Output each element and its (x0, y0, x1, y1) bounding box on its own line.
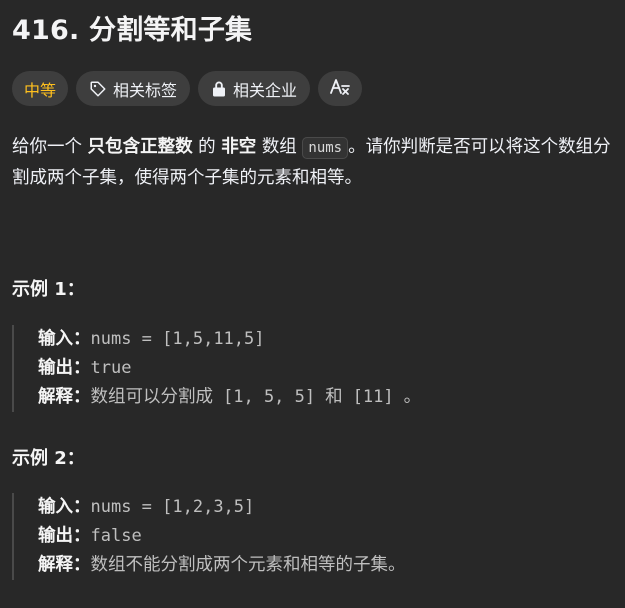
related-topics-label: 相关标签 (113, 80, 178, 100)
input-label: 输入： (38, 329, 91, 349)
output-label: 输出： (38, 358, 91, 378)
explanation-text: 和 (325, 387, 343, 407)
desc-text: 数组 (261, 137, 297, 157)
example-1-output: 输出： true (38, 354, 421, 383)
explanation-code: [1, 5, 5] (223, 387, 316, 407)
explanation-label: 解释： (38, 555, 91, 575)
example-1-title: 示例 1： (12, 279, 85, 300)
output-value: true (90, 358, 132, 378)
input-label: 输入： (38, 497, 91, 517)
related-topics-button[interactable]: 相关标签 (76, 71, 191, 106)
example-2-explanation: 解释： 数组不能分割成两个元素和相等的子集。 (38, 551, 406, 580)
desc-text: 的 (198, 137, 216, 157)
lock-icon (211, 80, 227, 98)
explanation-text: 数组可以分割成 (90, 387, 214, 407)
example-1-block: 输入： nums = [1,5,11,5] 输出： true 解释： 数组可以分… (12, 325, 421, 412)
translate-button[interactable] (318, 71, 363, 106)
desc-bold-positive-integers: 只包含正整数 (87, 137, 193, 157)
translate-icon (329, 77, 351, 101)
example-2-title: 示例 2： (12, 448, 85, 469)
desc-text: 给你一个 (12, 137, 82, 157)
related-companies-button[interactable]: 相关企业 (198, 71, 311, 106)
inline-code-nums: nums (302, 137, 349, 159)
example-2-output: 输出： false (38, 522, 406, 551)
related-companies-label: 相关企业 (233, 80, 298, 100)
problem-title: 416. 分割等和子集 (12, 15, 253, 46)
input-value: nums = [1,2,3,5] (90, 497, 255, 517)
explanation-text: 数组不能分割成两个元素和相等的子集。 (90, 555, 406, 575)
example-2-input: 输入： nums = [1,2,3,5] (38, 493, 406, 522)
difficulty-badge[interactable]: 中等 (12, 71, 69, 106)
tag-icon (89, 80, 107, 98)
desc-bold-non-empty: 非空 (221, 137, 257, 157)
explanation-code: [11] (352, 387, 394, 407)
input-value: nums = [1,5,11,5] (90, 329, 265, 349)
example-1-input: 输入： nums = [1,5,11,5] (38, 325, 421, 354)
output-label: 输出： (38, 526, 91, 546)
explanation-label: 解释： (38, 387, 91, 407)
explanation-text: 。 (403, 387, 422, 407)
tag-bar: 中等 相关标签 相关企业 (12, 71, 363, 106)
example-2-block: 输入： nums = [1,2,3,5] 输出： false 解释： 数组不能分… (12, 493, 406, 580)
output-value: false (90, 526, 142, 546)
problem-description: 给你一个 只包含正整数 的 非空 数组 nums 。请你判断是否可以将这个数组分割… (12, 132, 622, 193)
example-1-explanation: 解释： 数组可以分割成 [1, 5, 5] 和 [11] 。 (38, 383, 421, 412)
